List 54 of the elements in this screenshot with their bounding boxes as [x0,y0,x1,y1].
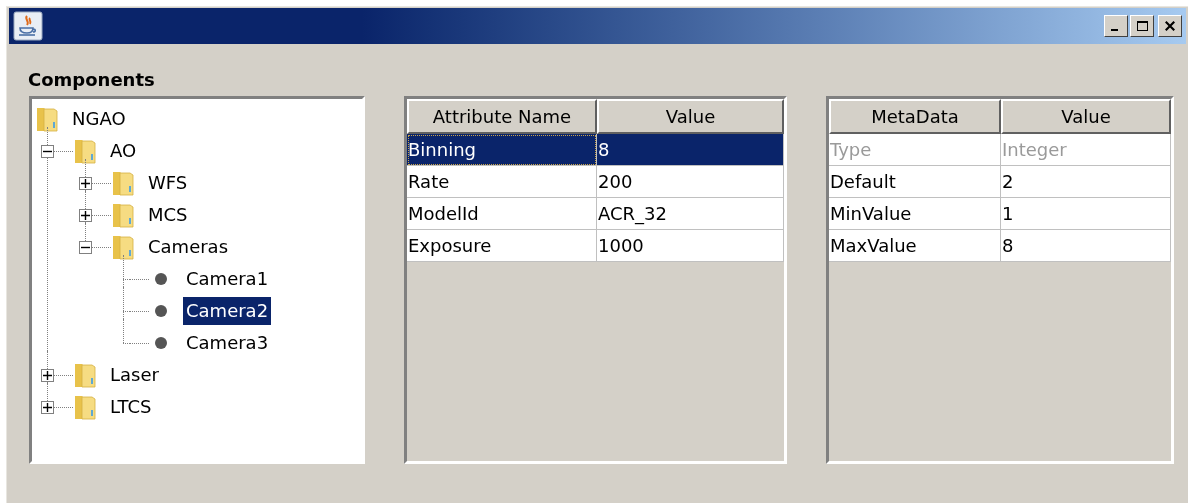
expand-icon[interactable] [79,176,92,190]
tree-item[interactable]: Camera3 [183,329,272,357]
table-cell: Rate [407,166,597,198]
table-cell: 200 [597,166,784,198]
folder-icon [73,137,97,165]
tree-item[interactable]: Camera2 [183,297,272,325]
folder-icon [111,169,135,197]
expand-icon[interactable] [41,400,54,414]
tree-item[interactable]: NGAO [69,105,129,133]
java-cup-icon [13,11,43,41]
maximize-icon [1136,21,1148,31]
table-cell: Type [829,134,1001,166]
minimize-icon [1111,29,1118,31]
tree-item[interactable]: Laser [107,361,162,389]
table-cell: 8 [1001,230,1171,262]
collapse-icon[interactable] [41,144,54,158]
table-cell: 1 [1001,198,1171,230]
table-cell: 2 [1001,166,1171,198]
folder-icon [73,393,97,421]
column-header[interactable]: Attribute Name [407,99,597,134]
table-cell: Integer [1001,134,1171,166]
table-cell: Default [829,166,1001,198]
close-icon [1165,21,1175,31]
close-button[interactable] [1158,15,1182,37]
column-header[interactable]: MetaData [829,99,1001,134]
tree-item[interactable]: Camera1 [183,265,272,293]
expand-icon[interactable] [79,208,92,222]
tree-item[interactable]: LTCS [107,393,155,421]
folder-icon [111,201,135,229]
bullet-icon [155,337,167,349]
tree-item[interactable]: WFS [145,169,191,197]
table-cell: ACR_32 [597,198,784,230]
table-cell: ModelId [407,198,597,230]
tree-item[interactable]: Cameras [145,233,231,261]
table-cell: 8 [597,134,784,166]
folder-icon [111,233,135,261]
bullet-icon [155,273,167,285]
tree-item[interactable]: AO [107,137,140,165]
column-header[interactable]: Value [597,99,784,134]
table-cell: 1000 [597,230,784,262]
bullet-icon [155,305,167,317]
table-cell: Exposure [407,230,597,262]
tree-item[interactable]: MCS [145,201,191,229]
expand-icon[interactable] [41,368,54,382]
collapse-icon[interactable] [79,240,92,254]
table-cell: Binning [407,134,597,166]
table-cell: MaxValue [829,230,1001,262]
column-header[interactable]: Value [1001,99,1171,134]
table-cell: MinValue [829,198,1001,230]
maximize-button[interactable] [1130,15,1154,37]
components-label: Components [28,68,156,92]
minimize-button[interactable] [1104,15,1128,37]
folder-icon [73,361,97,389]
folder-icon [35,105,59,133]
